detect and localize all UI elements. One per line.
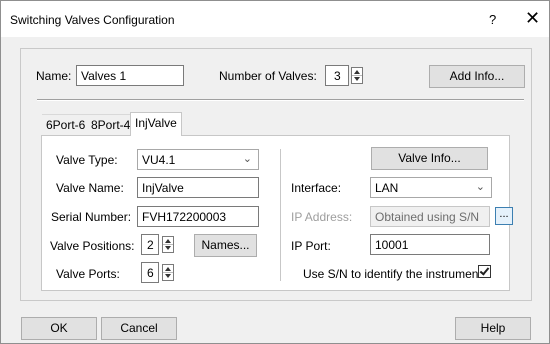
valve-type-select[interactable]: VU4.1 ⌄ — [137, 149, 259, 170]
help-icon[interactable]: ? — [489, 12, 496, 27]
valve-name-input[interactable]: InjValve — [137, 177, 259, 198]
tab-6port-6[interactable]: 6Port-6 — [42, 114, 90, 135]
interface-select[interactable]: LAN ⌄ — [370, 177, 492, 198]
ok-button[interactable]: OK — [21, 317, 97, 340]
spinner-divider — [163, 244, 173, 245]
names-button[interactable]: Names... — [194, 234, 257, 257]
valve-positions-input[interactable]: 2 — [141, 234, 159, 255]
window-title: Switching Valves Configuration — [10, 13, 175, 27]
spin-down-icon[interactable] — [165, 274, 171, 278]
help-button[interactable]: Help — [455, 317, 531, 340]
spin-up-icon[interactable] — [165, 267, 171, 271]
separator-highlight — [37, 100, 524, 101]
valve-ports-label: Valve Ports: — [56, 267, 120, 281]
checkmark-icon — [479, 265, 490, 276]
ip-port-input[interactable]: 10001 — [370, 234, 490, 255]
valve-ports-input[interactable]: 6 — [141, 262, 159, 283]
number-of-valves-spinner[interactable] — [351, 67, 363, 84]
chevron-down-icon: ⌄ — [475, 181, 485, 193]
ip-address-label: IP Address: — [291, 210, 353, 224]
cancel-button[interactable]: Cancel — [101, 317, 177, 340]
number-of-valves-label: Number of Valves: — [219, 69, 317, 83]
valve-name-label: Valve Name: — [56, 181, 124, 195]
title-bar: Switching Valves Configuration ? ✕ — [1, 1, 549, 37]
number-of-valves-input[interactable]: 3 — [325, 65, 349, 86]
serial-number-input[interactable]: FVH172200003 — [137, 206, 259, 227]
valve-type-value: VU4.1 — [142, 153, 176, 167]
chevron-down-icon: ⌄ — [242, 153, 252, 165]
spinner-divider — [163, 272, 173, 273]
close-icon[interactable]: ✕ — [525, 8, 540, 29]
spin-up-icon[interactable] — [165, 239, 171, 243]
tab-injvalve[interactable]: InjValve — [130, 112, 182, 136]
name-input[interactable]: Valves 1 — [76, 65, 184, 86]
spinner-divider — [352, 75, 362, 76]
valve-positions-spinner[interactable] — [162, 236, 174, 253]
dialog-window: Switching Valves Configuration ? ✕ Name:… — [0, 0, 550, 344]
interface-label: Interface: — [291, 181, 342, 195]
use-sn-label: Use S/N to identify the instrument: — [303, 267, 486, 281]
name-label: Name: — [36, 69, 72, 83]
spin-up-icon[interactable] — [354, 70, 360, 74]
add-info-button[interactable]: Add Info... — [429, 65, 525, 88]
valve-positions-label: Valve Positions: — [50, 239, 135, 253]
spin-down-icon[interactable] — [165, 246, 171, 250]
valve-ports-spinner[interactable] — [162, 264, 174, 281]
use-sn-checkbox[interactable] — [478, 265, 491, 278]
serial-number-label: Serial Number: — [51, 210, 132, 224]
panel-divider — [280, 149, 281, 281]
ip-address-input: Obtained using S/N — [370, 206, 490, 227]
valve-info-button[interactable]: Valve Info... — [371, 147, 488, 170]
interface-value: LAN — [375, 181, 399, 195]
tab-8port-4[interactable]: 8Port-4 — [87, 114, 135, 135]
ip-browse-button[interactable]: ... — [495, 207, 513, 225]
spin-down-icon[interactable] — [354, 77, 360, 81]
valve-type-label: Valve Type: — [56, 153, 118, 167]
ip-port-label: IP Port: — [291, 239, 331, 253]
